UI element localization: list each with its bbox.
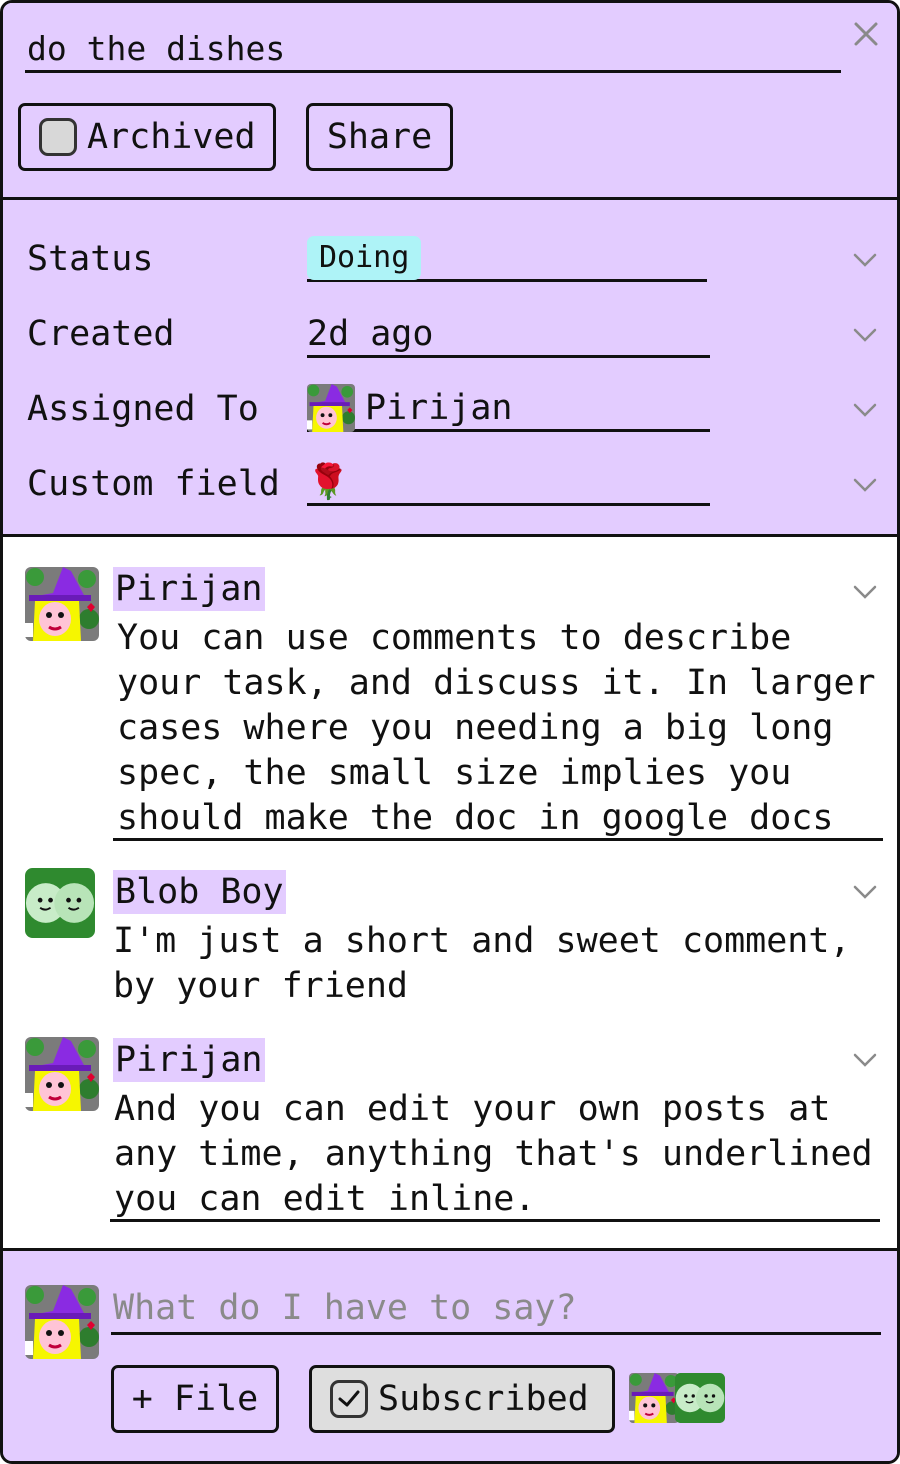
created-field[interactable]: 2d ago [307,312,710,358]
chevron-down-icon[interactable] [853,403,877,417]
avatar [25,868,95,938]
field-label-custom-field: Custom field [27,464,280,504]
comments-list: Pirijan You can use comments to describe… [3,537,897,1251]
avatar [25,1285,99,1359]
comment-text[interactable]: And you can edit your own posts at any t… [110,1087,880,1222]
add-file-button[interactable]: + File [111,1365,279,1433]
avatar [675,1373,725,1423]
subscribed-label: Subscribed [378,1379,589,1419]
archived-label: Archived [87,117,256,157]
chevron-down-icon[interactable] [853,328,877,342]
assigned-to-select[interactable]: Pirijan [307,386,710,432]
comment-author: Pirijan [113,1038,265,1082]
field-label-assigned-to: Assigned To [27,389,259,429]
avatar [25,1037,99,1111]
close-icon[interactable] [851,19,881,49]
comment-author: Blob Boy [113,870,286,914]
comment-text: I'm just a short and sweet comment, by y… [113,921,851,1006]
status-badge: Doing [307,235,422,280]
chevron-down-icon[interactable] [853,253,877,267]
comment-input[interactable]: What do I have to say? [111,1283,881,1335]
assignee-name: Pirijan [365,387,513,428]
task-card: do the dishes Archived Share Status Doin… [0,0,900,1464]
avatar [25,567,99,641]
chevron-down-icon[interactable] [853,885,877,899]
archived-button[interactable]: Archived [18,103,276,171]
custom-field-input[interactable]: 🌹 [307,460,710,506]
comment-text[interactable]: You can use comments to describe your ta… [113,616,883,841]
comment-composer: What do I have to say? + File Subscribed [3,1251,897,1461]
chevron-down-icon[interactable] [853,478,877,492]
checkmark-icon [330,1380,368,1418]
rose-icon: 🌹 [307,461,350,502]
subscribed-button[interactable]: Subscribed [309,1365,615,1433]
status-select[interactable]: Doing [307,235,707,282]
share-button[interactable]: Share [306,103,453,171]
created-value: 2d ago [307,313,434,354]
avatar [629,1373,679,1423]
field-label-created: Created [27,314,175,354]
chevron-down-icon[interactable] [853,585,877,599]
subscriber-avatars [629,1373,729,1423]
chevron-down-icon[interactable] [853,1053,877,1067]
task-header: do the dishes Archived Share [3,3,897,200]
task-title-input[interactable]: do the dishes [25,25,841,73]
avatar [307,384,355,432]
checkbox-icon [39,118,77,156]
comment-author: Pirijan [113,567,265,611]
field-label-status: Status [27,239,154,279]
task-fields: Status Doing Created 2d ago Assigned To … [3,200,897,537]
